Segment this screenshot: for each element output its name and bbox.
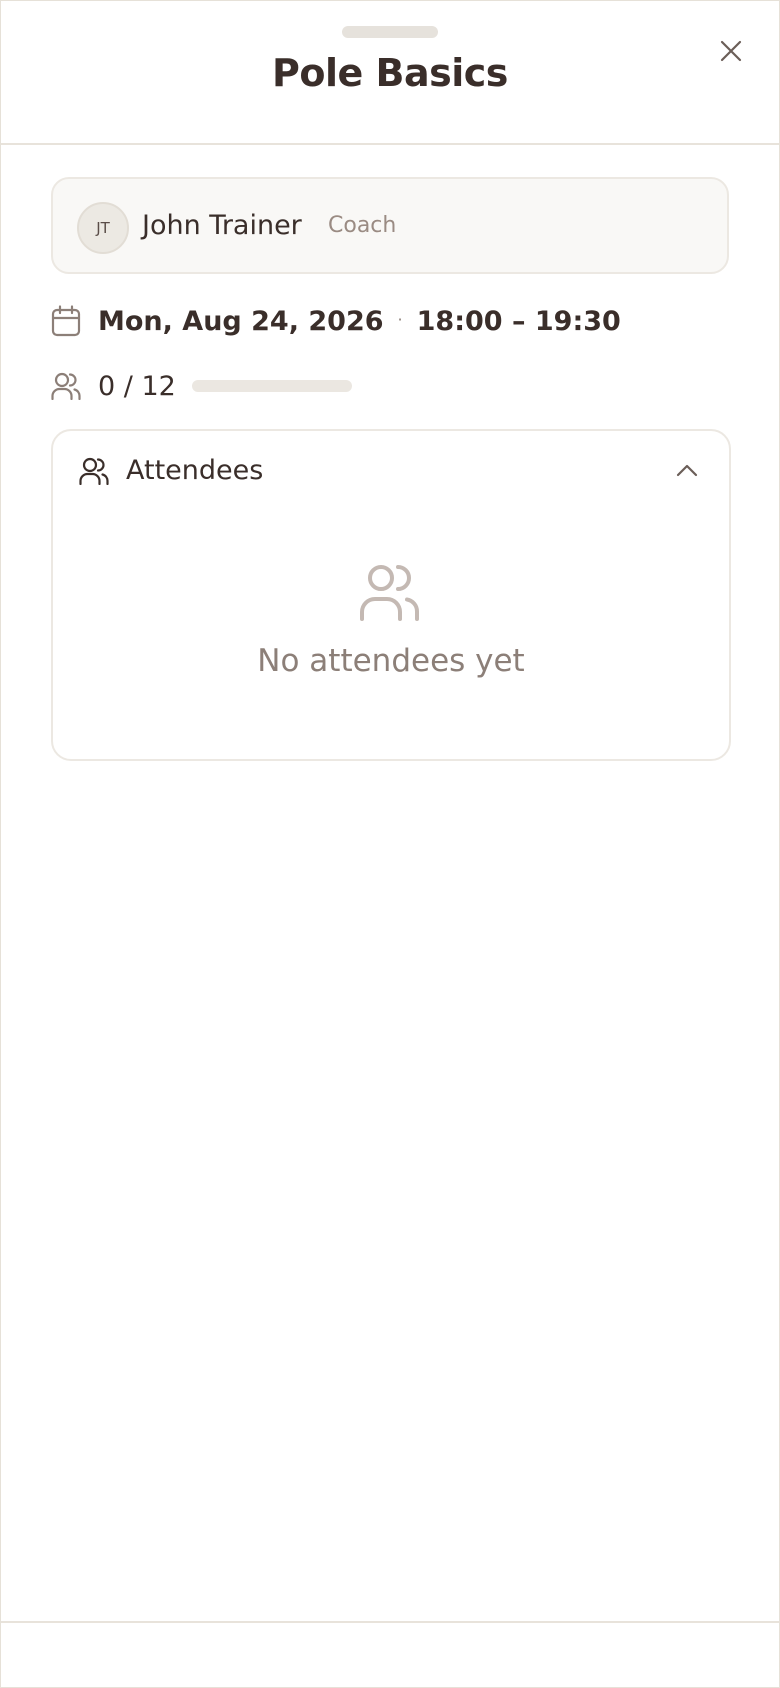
coach-role: Coach — [328, 213, 397, 238]
chevron-up-icon — [676, 464, 698, 477]
class-detail-sheet: Pole Basics JT John Trainer Coach Mon, A… — [0, 0, 780, 1688]
users-icon — [79, 457, 109, 485]
sheet-header: Pole Basics — [1, 1, 779, 145]
calendar-icon — [51, 305, 81, 337]
class-date: Mon, Aug 24, 2026 — [98, 305, 384, 337]
empty-state-message: No attendees yet — [257, 643, 525, 679]
capacity-count: 0 / 12 — [98, 370, 176, 402]
capacity-row: 0 / 12 — [51, 366, 352, 406]
coach-name: John Trainer — [142, 210, 302, 241]
attendees-panel: Attendees No attendees yet — [51, 429, 731, 761]
schedule-row: Mon, Aug 24, 2026 · 18:00 – 19:30 — [51, 301, 621, 341]
avatar: JT — [77, 202, 129, 254]
close-button[interactable] — [711, 31, 751, 71]
coach-card: JT John Trainer Coach — [51, 177, 729, 274]
users-icon — [360, 565, 420, 621]
close-icon — [720, 40, 742, 62]
page-title: Pole Basics — [272, 51, 508, 95]
footer-divider — [1, 1621, 779, 1623]
attendees-title: Attendees — [126, 455, 264, 486]
attendees-toggle[interactable]: Attendees — [53, 431, 729, 511]
avatar-initials: JT — [96, 219, 110, 237]
date-time-separator: · — [397, 309, 403, 329]
drag-handle[interactable] — [342, 26, 438, 38]
users-icon — [51, 372, 81, 400]
capacity-progress-bar — [191, 380, 352, 392]
class-time: 18:00 – 19:30 — [416, 305, 621, 337]
